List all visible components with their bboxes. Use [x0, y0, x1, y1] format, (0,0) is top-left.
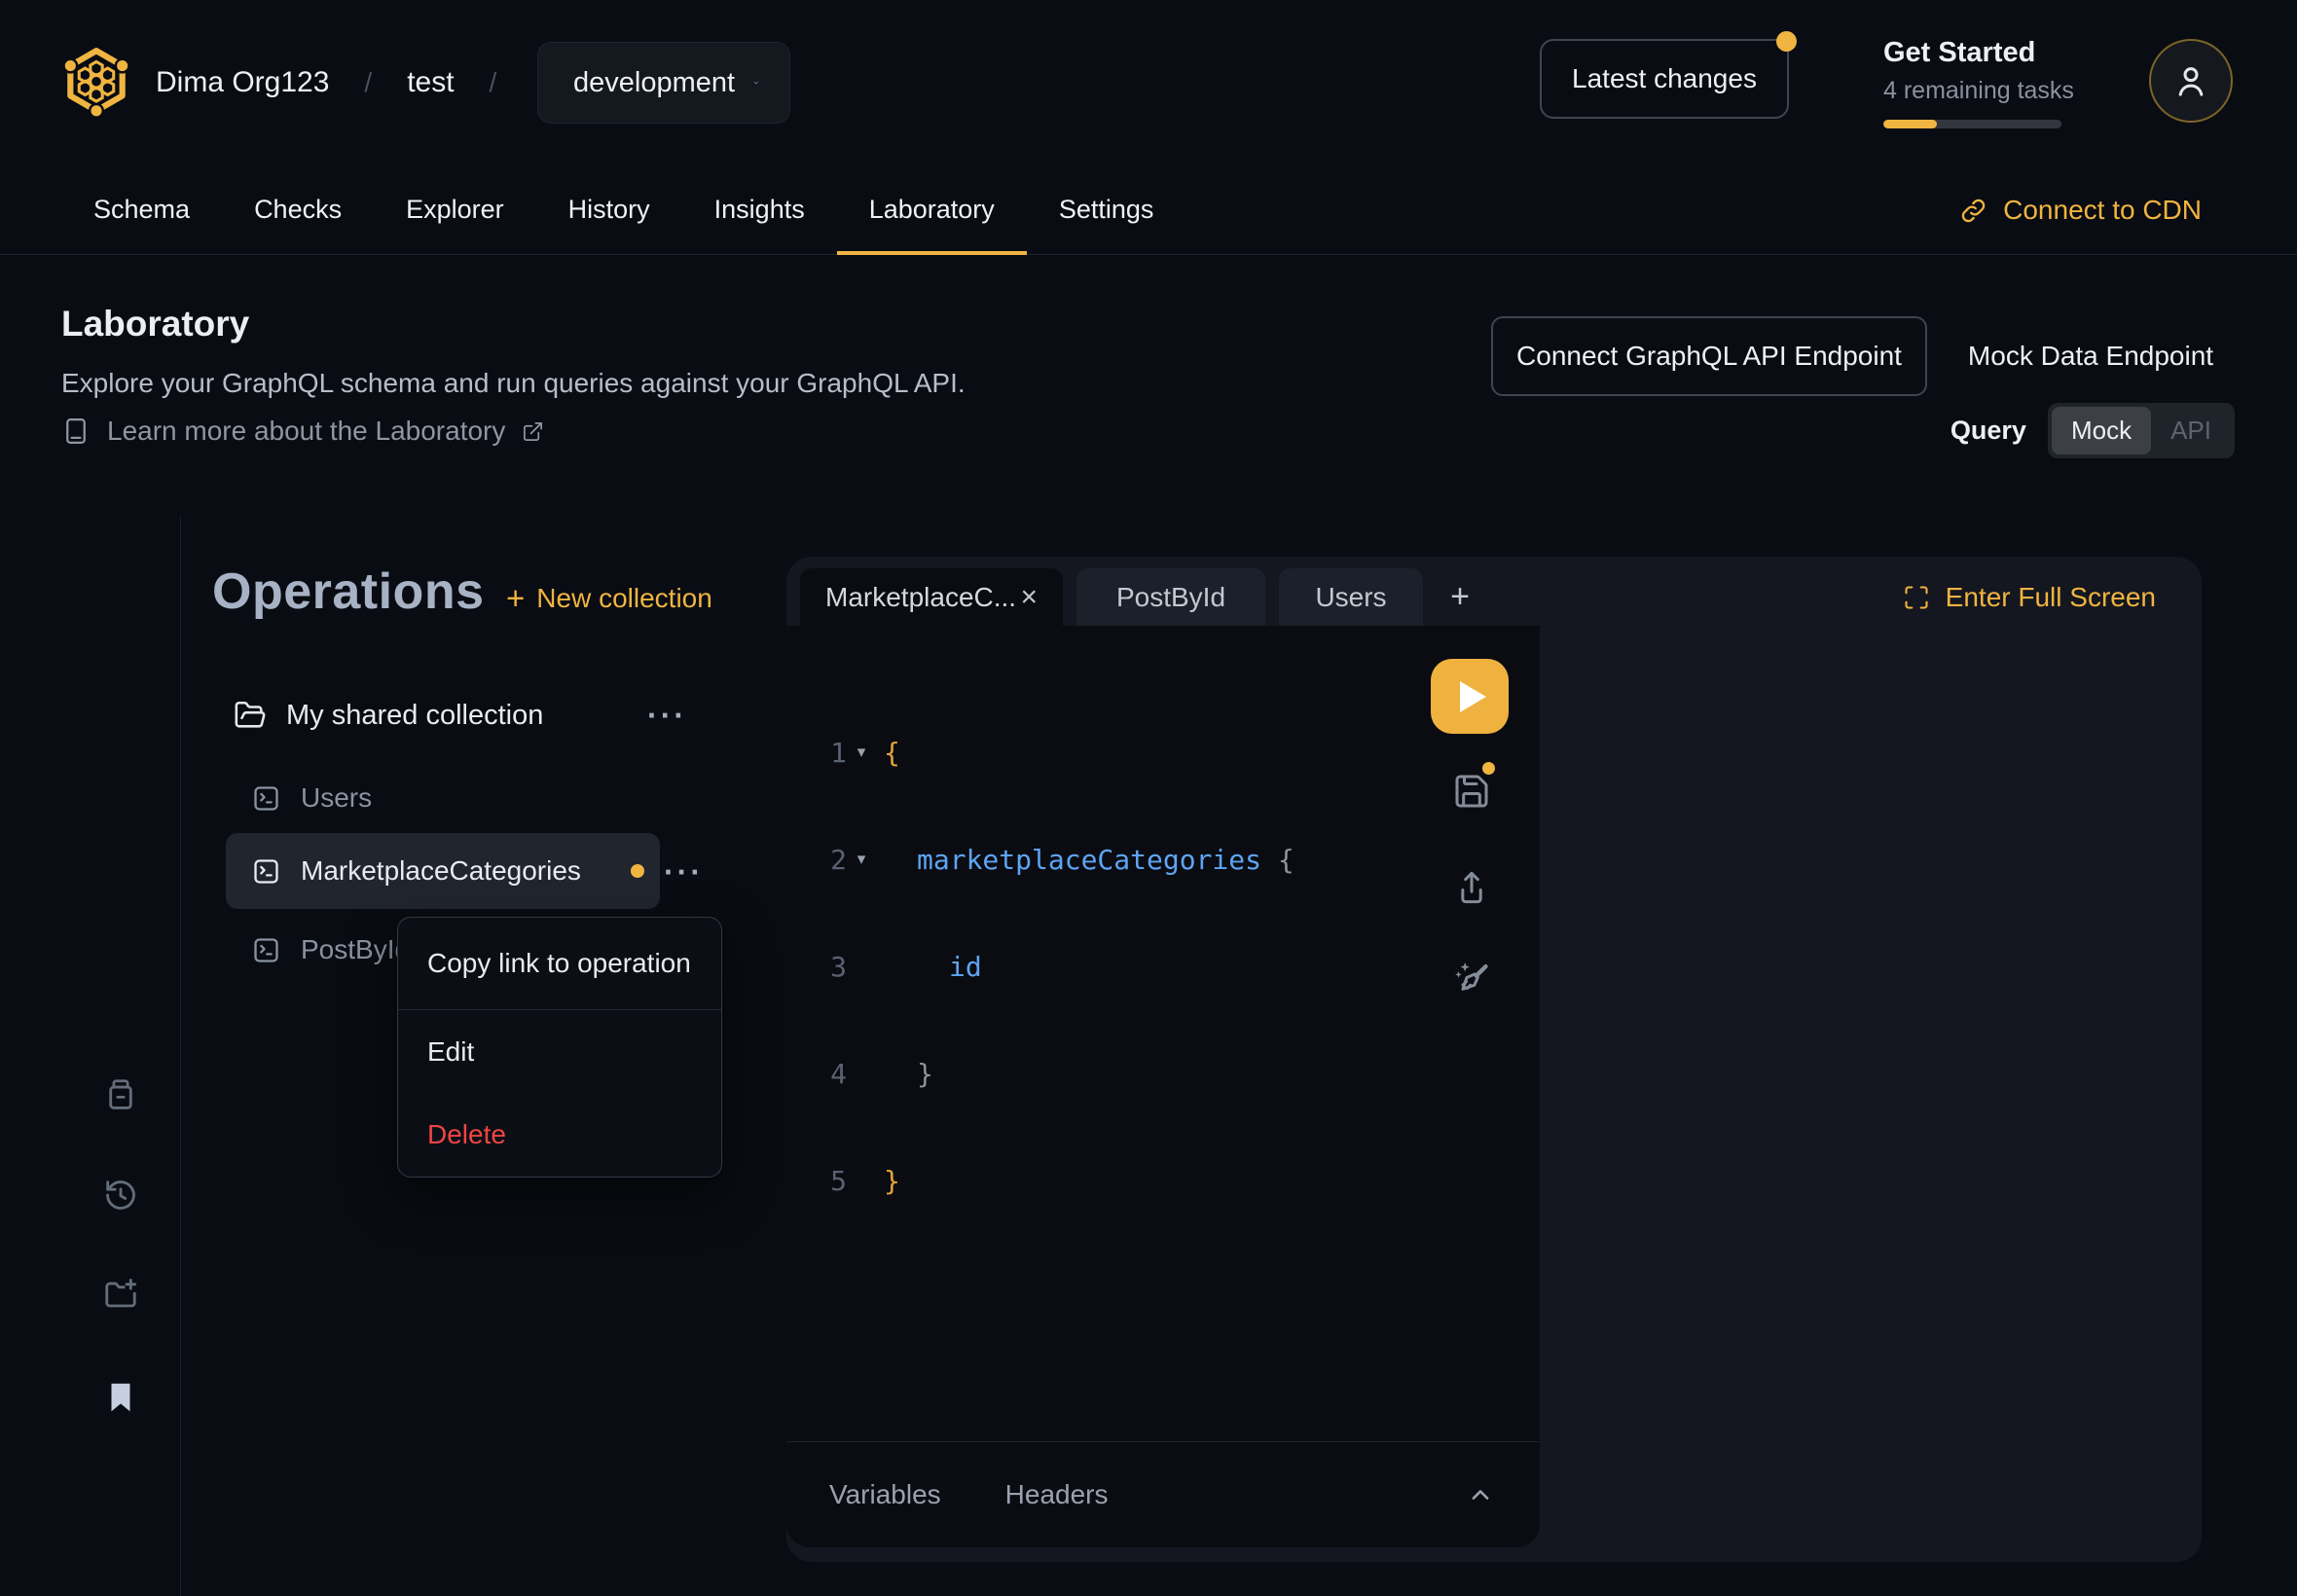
- page-title: Laboratory: [61, 304, 249, 345]
- tab-insights[interactable]: Insights: [682, 165, 837, 254]
- folder-open-icon: [234, 699, 267, 732]
- target-select[interactable]: development: [537, 42, 790, 124]
- get-started-progressbar: [1883, 120, 2061, 128]
- plus-icon: +: [506, 580, 525, 617]
- hive-laboratory-page: Dima Org123 / test / development Latest …: [0, 0, 2297, 1596]
- operation-menu-button[interactable]: ···: [664, 845, 704, 899]
- target-select-value: development: [573, 67, 735, 99]
- bookmark-icon[interactable]: [101, 1378, 140, 1417]
- query-editor[interactable]: 1 ▾ { 2 ▾ marketplaceCategories { 3 id 4: [786, 626, 1540, 1547]
- user-avatar[interactable]: [2149, 39, 2233, 123]
- chevron-up-icon: [1464, 1478, 1497, 1511]
- query-label: Query: [1951, 416, 2026, 446]
- fullscreen-icon: [1903, 584, 1930, 611]
- link-icon: [1958, 196, 1988, 226]
- laboratory-editor-panel: MarketplaceC... × PostById Users + Enter…: [786, 557, 2202, 1562]
- variables-tab[interactable]: Variables: [829, 1479, 941, 1510]
- latest-changes-button[interactable]: Latest changes: [1540, 39, 1789, 119]
- code-line: 3 id: [786, 945, 1433, 988]
- collection-name: My shared collection: [286, 700, 543, 732]
- save-icon: [1452, 772, 1491, 811]
- operation-item-marketplacecategories[interactable]: MarketplaceCategories: [226, 833, 660, 909]
- editor-footer: Variables Headers: [786, 1441, 1540, 1547]
- tab-laboratory[interactable]: Laboratory: [837, 165, 1027, 254]
- menu-item-delete[interactable]: Delete: [398, 1093, 721, 1177]
- chevron-down-icon: [752, 69, 760, 96]
- fold-icon[interactable]: ▾: [847, 743, 876, 762]
- breadcrumb-separator: /: [490, 67, 497, 98]
- fold-icon[interactable]: ▾: [847, 850, 876, 869]
- connect-graphql-endpoint-button[interactable]: Connect GraphQL API Endpoint: [1491, 316, 1927, 396]
- external-link-icon: [522, 420, 544, 443]
- enter-fullscreen-button[interactable]: Enter Full Screen: [1903, 576, 2156, 619]
- editor-tab-users[interactable]: Users: [1279, 568, 1423, 626]
- get-started-progress-fill: [1883, 120, 1937, 128]
- save-operation-button[interactable]: [1452, 772, 1491, 811]
- collection-menu-button[interactable]: ···: [647, 698, 687, 734]
- archive-icon[interactable]: [101, 1075, 140, 1114]
- share-operation-button[interactable]: [1452, 868, 1491, 907]
- prettify-button[interactable]: [1452, 959, 1491, 998]
- latest-changes-label: Latest changes: [1572, 63, 1757, 94]
- collection-my-shared-collection[interactable]: My shared collection ···: [226, 683, 693, 747]
- menu-item-edit[interactable]: Edit: [398, 1010, 721, 1093]
- new-collection-button[interactable]: + New collection: [506, 580, 712, 617]
- tab-schema[interactable]: Schema: [61, 165, 222, 254]
- connect-to-cdn-label: Connect to CDN: [2003, 195, 2202, 226]
- collapse-footer-button[interactable]: [1464, 1478, 1497, 1511]
- operation-icon: [251, 856, 281, 887]
- tab-explorer[interactable]: Explorer: [374, 165, 536, 254]
- run-query-button[interactable]: [1431, 659, 1509, 734]
- upload-icon: [1452, 868, 1491, 907]
- query-mode-mock[interactable]: Mock: [2052, 407, 2151, 454]
- broom-sparkles-icon: [1452, 959, 1491, 998]
- tab-settings[interactable]: Settings: [1027, 165, 1186, 254]
- laboratory-sidebar-rail: ⌘ ⚙: [0, 516, 181, 1596]
- query-mode-toggle: Mock API: [2048, 403, 2235, 458]
- unsaved-changes-dot: [631, 864, 644, 878]
- breadcrumb-separator: /: [364, 67, 372, 98]
- menu-item-copy-link[interactable]: Copy link to operation: [398, 918, 721, 1010]
- editor-tab-postbyid[interactable]: PostById: [1076, 568, 1265, 626]
- get-started-widget[interactable]: Get Started 4 remaining tasks: [1883, 37, 2078, 128]
- operation-context-menu: Copy link to operation Edit Delete: [397, 917, 722, 1178]
- operation-icon: [251, 783, 281, 814]
- play-icon: [1460, 681, 1486, 712]
- history-icon[interactable]: [101, 1176, 140, 1215]
- close-icon[interactable]: ×: [1020, 581, 1038, 614]
- editor-tab-marketplacecategories[interactable]: MarketplaceC... ×: [800, 568, 1063, 626]
- hive-logo[interactable]: [60, 43, 132, 119]
- user-icon: [2171, 61, 2210, 100]
- learn-more-label: Learn more about the Laboratory: [107, 416, 505, 447]
- query-mode-api[interactable]: API: [2151, 407, 2231, 454]
- breadcrumb: Dima Org123 / test /: [156, 0, 496, 165]
- tab-history[interactable]: History: [536, 165, 682, 254]
- notification-dot: [1776, 31, 1797, 52]
- unsaved-changes-dot: [1482, 762, 1495, 775]
- operations-title: Operations: [212, 562, 485, 621]
- code-line: 1 ▾ {: [786, 731, 1433, 774]
- book-icon: [61, 417, 91, 446]
- code-line: 2 ▾ marketplaceCategories {: [786, 838, 1433, 881]
- connect-to-cdn-link[interactable]: Connect to CDN: [1958, 165, 2202, 255]
- mock-data-endpoint-button[interactable]: Mock Data Endpoint: [1964, 316, 2217, 396]
- get-started-title: Get Started: [1883, 37, 2078, 69]
- main-nav: Schema Checks Explorer History Insights …: [0, 165, 2297, 255]
- operation-item-users[interactable]: Users: [226, 767, 660, 829]
- tab-checks[interactable]: Checks: [222, 165, 374, 254]
- breadcrumb-org[interactable]: Dima Org123: [156, 66, 329, 99]
- editor-tabs: MarketplaceC... × PostById Users +: [800, 568, 1483, 626]
- get-started-subtitle: 4 remaining tasks: [1883, 77, 2078, 105]
- breadcrumb-project[interactable]: test: [407, 66, 454, 99]
- learn-more-link[interactable]: Learn more about the Laboratory: [61, 416, 544, 447]
- code-line: 5 }: [786, 1159, 1433, 1202]
- query-mode-row: Query Mock API: [1951, 403, 2235, 458]
- folder-plus-icon[interactable]: [101, 1275, 140, 1314]
- headers-tab[interactable]: Headers: [1005, 1479, 1109, 1510]
- new-tab-button[interactable]: +: [1437, 568, 1483, 626]
- code-area[interactable]: 1 ▾ { 2 ▾ marketplaceCategories { 3 id 4: [786, 667, 1433, 1266]
- page-description: Explore your GraphQL schema and run quer…: [61, 368, 966, 399]
- code-line: 4 }: [786, 1052, 1433, 1095]
- operation-icon: [251, 935, 281, 965]
